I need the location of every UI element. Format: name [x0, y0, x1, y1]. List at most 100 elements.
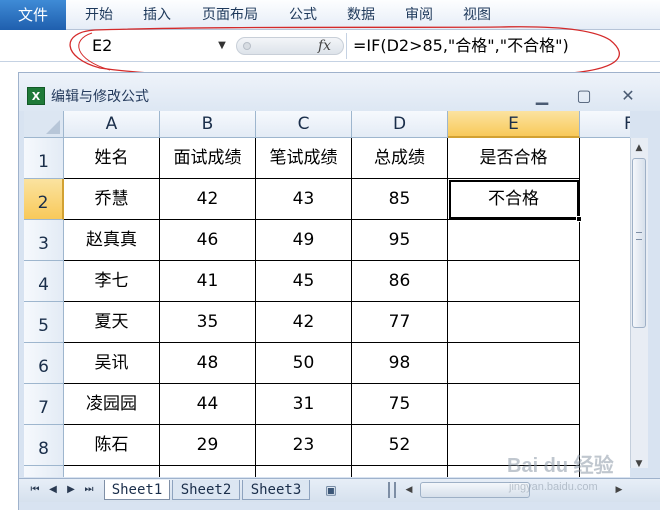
cell-e7[interactable]: [448, 384, 580, 425]
cell-a7[interactable]: 凌园园: [64, 384, 160, 425]
cell-d5[interactable]: 77: [352, 302, 448, 343]
cell-d6[interactable]: 98: [352, 343, 448, 384]
insert-function-button[interactable]: fx: [318, 37, 338, 55]
cell-d8[interactable]: 52: [352, 425, 448, 466]
next-sheet-icon[interactable]: ▶: [64, 482, 78, 498]
cell-c3[interactable]: 49: [256, 220, 352, 261]
cell-a9[interactable]: [64, 466, 160, 477]
cell-c4[interactable]: 45: [256, 261, 352, 302]
column-header-a[interactable]: A: [64, 111, 160, 138]
cell-d9[interactable]: [352, 466, 448, 477]
tab-page-layout[interactable]: 页面布局: [192, 0, 268, 30]
scroll-right-arrow-icon[interactable]: ▶: [612, 482, 626, 498]
prev-sheet-icon[interactable]: ◀: [46, 482, 60, 498]
tab-review[interactable]: 审阅: [396, 0, 442, 30]
row-header-2[interactable]: 2: [24, 179, 64, 220]
row-header-9[interactable]: 9: [24, 466, 64, 477]
tab-split-handle[interactable]: [388, 482, 396, 498]
grip-lines-icon: [636, 232, 642, 240]
row-header-1[interactable]: 1: [24, 138, 64, 179]
sheet-tab-sheet1[interactable]: Sheet1: [104, 480, 170, 500]
cell-c2[interactable]: 43: [256, 179, 352, 220]
cell-d3[interactable]: 95: [352, 220, 448, 261]
sheet-tab-sheet2[interactable]: Sheet2: [172, 480, 240, 500]
cell-e4[interactable]: [448, 261, 580, 302]
cell-b9[interactable]: [160, 466, 256, 477]
fill-handle[interactable]: [576, 216, 582, 222]
cell-a4[interactable]: 李七: [64, 261, 160, 302]
chevron-down-icon[interactable]: ▼: [214, 36, 230, 56]
cell-b8[interactable]: 29: [160, 425, 256, 466]
column-header-d[interactable]: D: [352, 111, 448, 138]
workbook-title: 编辑与修改公式: [51, 89, 149, 105]
scroll-left-arrow-icon[interactable]: ◀: [402, 482, 416, 498]
row-header-5[interactable]: 5: [24, 302, 64, 343]
select-all-triangle-icon: [46, 120, 60, 134]
cell-d1[interactable]: 总成绩: [352, 138, 448, 179]
restore-icon[interactable]: ▢: [571, 85, 597, 107]
cell-c6[interactable]: 50: [256, 343, 352, 384]
cell-b2[interactable]: 42: [160, 179, 256, 220]
cell-c8[interactable]: 23: [256, 425, 352, 466]
cell-d7[interactable]: 75: [352, 384, 448, 425]
row-header-8[interactable]: 8: [24, 425, 64, 466]
row-header-6[interactable]: 6: [24, 343, 64, 384]
cell-a6[interactable]: 吴讯: [64, 343, 160, 384]
vertical-scroll-thumb[interactable]: [632, 158, 646, 328]
cell-c1[interactable]: 笔试成绩: [256, 138, 352, 179]
row-header-3[interactable]: 3: [24, 220, 64, 261]
cell-a3[interactable]: 赵真真: [64, 220, 160, 261]
name-box[interactable]: E2: [86, 35, 234, 57]
minimize-icon[interactable]: ▁: [529, 85, 555, 107]
cell-e1[interactable]: 是否合格: [448, 138, 580, 179]
cell-a2[interactable]: 乔慧: [64, 179, 160, 220]
last-sheet-icon[interactable]: ⏭: [82, 482, 96, 498]
tab-view[interactable]: 视图: [454, 0, 500, 30]
grip-dot-icon: [243, 42, 251, 50]
cell-e5[interactable]: [448, 302, 580, 343]
column-header-b[interactable]: B: [160, 111, 256, 138]
cell-e8[interactable]: [448, 425, 580, 466]
cell-b4[interactable]: 41: [160, 261, 256, 302]
close-icon[interactable]: ✕: [615, 85, 641, 107]
column-header-c[interactable]: C: [256, 111, 352, 138]
cell-d2[interactable]: 85: [352, 179, 448, 220]
formula-input[interactable]: =IF(D2>85,"合格","不合格"): [346, 33, 656, 59]
column-header-f[interactable]: F: [580, 111, 630, 138]
scroll-down-arrow-icon[interactable]: ▼: [632, 456, 646, 472]
scroll-up-arrow-icon[interactable]: ▲: [632, 140, 646, 156]
cell-b3[interactable]: 46: [160, 220, 256, 261]
cell-e3[interactable]: [448, 220, 580, 261]
cell-b6[interactable]: 48: [160, 343, 256, 384]
cell-b1[interactable]: 面试成绩: [160, 138, 256, 179]
cell-a8[interactable]: 陈石: [64, 425, 160, 466]
ribbon-tab-bar: 文件 开始 插入 页面布局 公式 数据 审阅 视图: [0, 0, 660, 30]
tab-formulas[interactable]: 公式: [280, 0, 326, 30]
cell-c7[interactable]: 31: [256, 384, 352, 425]
cell-b5[interactable]: 35: [160, 302, 256, 343]
cell-b7[interactable]: 44: [160, 384, 256, 425]
first-sheet-icon[interactable]: ⏮: [28, 482, 42, 498]
row-header-7[interactable]: 7: [24, 384, 64, 425]
cell-e9[interactable]: [448, 466, 580, 477]
column-header-e[interactable]: E: [448, 111, 580, 138]
sheet-tab-sheet3[interactable]: Sheet3: [242, 480, 310, 500]
cell-a5[interactable]: 夏天: [64, 302, 160, 343]
insert-sheet-icon[interactable]: ▣: [320, 482, 342, 498]
cell-c9[interactable]: [256, 466, 352, 477]
row-header-4[interactable]: 4: [24, 261, 64, 302]
tab-home[interactable]: 开始: [76, 0, 122, 30]
tab-insert[interactable]: 插入: [134, 0, 180, 30]
cell-c5[interactable]: 42: [256, 302, 352, 343]
cell-e6[interactable]: [448, 343, 580, 384]
tab-data[interactable]: 数据: [338, 0, 384, 30]
cell-e2-active[interactable]: 不合格: [448, 179, 580, 220]
spreadsheet-grid: A B C D E F 1 姓名 面试成绩 笔试成绩 总成绩 是否合格 2 乔慧…: [24, 111, 630, 477]
horizontal-scroll-thumb[interactable]: [420, 482, 530, 498]
tab-file[interactable]: 文件: [0, 0, 66, 30]
excel-icon: X: [27, 87, 45, 105]
formula-bar: E2 ▼ fx =IF(D2>85,"合格","不合格"): [0, 30, 660, 62]
cell-a1[interactable]: 姓名: [64, 138, 160, 179]
select-all-corner[interactable]: [24, 111, 64, 138]
cell-d4[interactable]: 86: [352, 261, 448, 302]
